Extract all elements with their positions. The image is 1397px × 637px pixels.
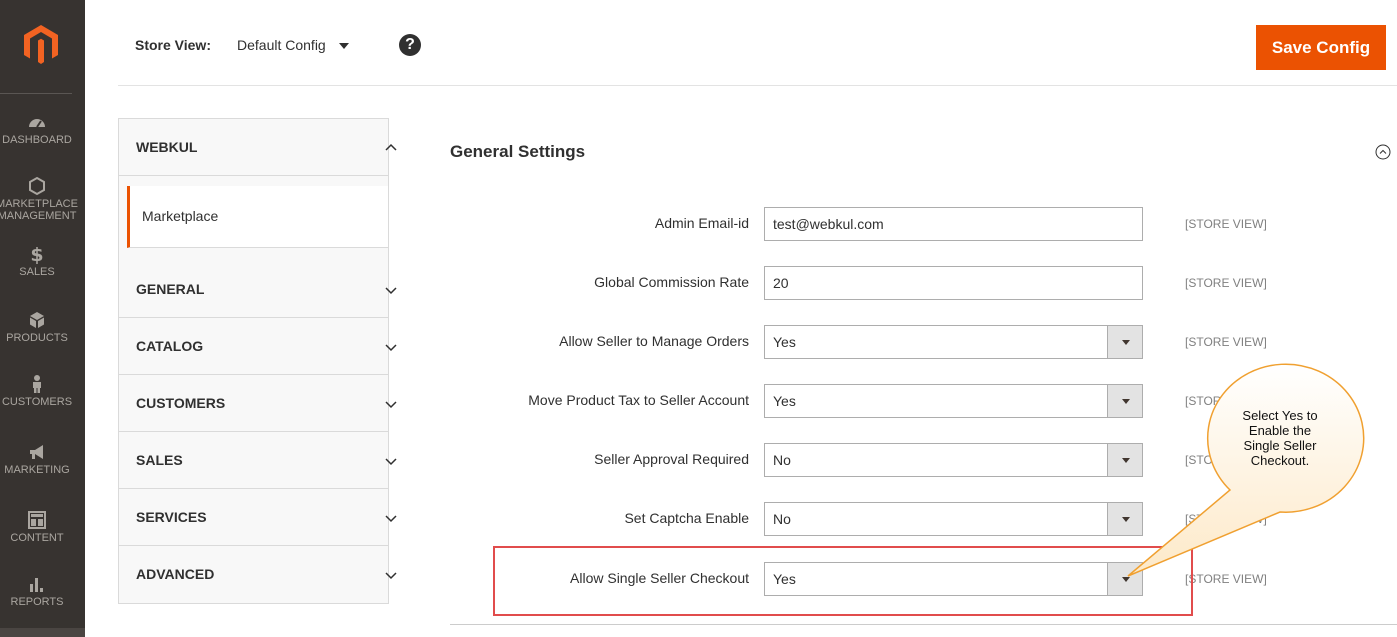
store-view-switcher[interactable]: Default Config: [237, 37, 326, 53]
select-value: Yes: [773, 334, 796, 350]
select-value: No: [773, 511, 791, 527]
nav-item-content[interactable]: CONTENT: [0, 510, 80, 544]
nav-item-reports[interactable]: REPORTS: [0, 574, 80, 608]
tab-sales[interactable]: SALES: [119, 432, 397, 489]
select-value: Yes: [773, 393, 796, 409]
nav-item-marketplace-management[interactable]: MARKETPLACE MANAGEMENT: [0, 176, 80, 222]
tab-label: SERVICES: [136, 509, 207, 525]
callout-line: Single Seller: [1243, 438, 1317, 453]
tab-label: WEBKUL: [136, 139, 198, 155]
scope-label: [STORE VIEW]: [1185, 217, 1267, 231]
config-tabs: WEBKUL Marketplace GENERAL CATALOG CUSTO…: [118, 118, 397, 604]
field-row-set-captcha-enable: Set Captcha Enable No [STORE VIEW]: [450, 502, 1397, 536]
tab-label: CATALOG: [136, 338, 204, 354]
chevron-down-icon: [385, 572, 397, 580]
callout-line: Checkout.: [1250, 453, 1310, 468]
select-arrow-icon[interactable]: [1107, 385, 1142, 417]
section-title-general-settings[interactable]: General Settings: [450, 142, 585, 162]
chevron-down-icon: [385, 344, 397, 352]
chevron-up-icon: [385, 143, 397, 151]
person-icon: [27, 374, 47, 394]
admin-sidebar: DASHBOARD MARKETPLACE MANAGEMENT $ SALES…: [0, 0, 85, 637]
callout-line: Select Yes to: [1242, 408, 1318, 423]
section-divider: [450, 624, 1397, 625]
field-label: Allow Seller to Manage Orders: [559, 333, 749, 349]
scope-label: [STORE VIEW]: [1185, 512, 1267, 526]
dashboard-gauge-icon: [27, 112, 47, 132]
nav-label: MARKETING: [4, 464, 70, 476]
allow-seller-manage-orders-select[interactable]: Yes: [764, 325, 1143, 359]
admin-email-input[interactable]: test@webkul.com: [764, 207, 1143, 241]
field-row-allow-seller-manage-orders: Allow Seller to Manage Orders Yes [STORE…: [450, 325, 1397, 359]
nav-label: REPORTS: [10, 596, 64, 608]
caret-down-icon[interactable]: [339, 43, 349, 49]
tab-general[interactable]: GENERAL: [119, 261, 397, 318]
scope-label: [STORE VIEW]: [1185, 335, 1267, 349]
nav-label: MARKETPLACE: [0, 198, 78, 210]
nav-label: CUSTOMERS: [1, 396, 73, 408]
bar-chart-icon: [27, 574, 47, 594]
field-label: Move Product Tax to Seller Account: [528, 392, 749, 408]
select-arrow-icon[interactable]: [1107, 503, 1142, 535]
scope-label: [STORE VIEW]: [1185, 394, 1267, 408]
svg-text:$: $: [30, 244, 43, 264]
save-config-button[interactable]: Save Config: [1256, 25, 1386, 70]
tab-label: GENERAL: [136, 281, 205, 297]
callout-line: Enable the: [1248, 423, 1312, 438]
tab-advanced[interactable]: ADVANCED: [119, 546, 397, 603]
magento-logo-icon[interactable]: [19, 22, 63, 66]
tab-item-label: Marketplace: [142, 208, 219, 224]
chevron-down-icon: [385, 401, 397, 409]
select-value: No: [773, 452, 791, 468]
page-actions-bar: Store View: Default Config ? Save Config: [118, 0, 1397, 86]
select-arrow-icon[interactable]: [1107, 326, 1142, 358]
tab-catalog[interactable]: CATALOG: [119, 318, 397, 375]
nav-item-sales[interactable]: $ SALES: [0, 244, 80, 278]
nav-bottom-strip: [0, 628, 85, 637]
nav-label: PRODUCTS: [6, 332, 68, 344]
field-label: Set Captcha Enable: [624, 510, 749, 526]
store-view-label: Store View:: [135, 37, 211, 53]
tab-services[interactable]: SERVICES: [119, 489, 397, 546]
scope-label: [STORE VIEW]: [1185, 572, 1267, 586]
nav-label-second-line: MANAGEMENT: [0, 210, 77, 222]
nav-label: CONTENT: [10, 532, 64, 544]
dollar-icon: $: [27, 244, 47, 264]
nav-item-customers[interactable]: CUSTOMERS: [0, 374, 80, 408]
tab-webkul[interactable]: WEBKUL: [119, 119, 397, 176]
field-row-admin-email: Admin Email-id test@webkul.com [STORE VI…: [450, 207, 1397, 241]
tab-label: CUSTOMERS: [136, 395, 226, 411]
callout-text: Select Yes to Enable the Single Seller C…: [1220, 408, 1340, 468]
chevron-down-icon: [385, 287, 397, 295]
seller-approval-required-select[interactable]: No: [764, 443, 1143, 477]
field-label: Admin Email-id: [654, 215, 749, 231]
hexagon-icon: [27, 176, 47, 196]
field-row-global-commission-rate: Global Commission Rate 20 [STORE VIEW]: [450, 266, 1397, 300]
layout-icon: [27, 510, 47, 530]
nav-item-products[interactable]: PRODUCTS: [0, 310, 80, 344]
collapse-circle-icon[interactable]: [1375, 144, 1391, 160]
nav-item-marketing[interactable]: MARKETING: [0, 442, 80, 476]
chevron-down-icon: [385, 515, 397, 523]
scope-label: [STORE VIEW]: [1185, 276, 1267, 290]
global-commission-rate-input[interactable]: 20: [764, 266, 1143, 300]
tab-item-marketplace[interactable]: Marketplace: [127, 186, 388, 248]
set-captcha-enable-select[interactable]: No: [764, 502, 1143, 536]
chevron-down-icon: [385, 458, 397, 466]
nav-label: SALES: [19, 266, 55, 278]
select-arrow-icon[interactable]: [1107, 444, 1142, 476]
nav-divider: [0, 93, 72, 94]
field-label: Global Commission Rate: [594, 274, 749, 290]
tab-label: SALES: [136, 452, 183, 468]
nav-label: DASHBOARD: [2, 134, 72, 146]
field-label: Seller Approval Required: [594, 451, 749, 467]
nav-item-dashboard[interactable]: DASHBOARD: [0, 112, 80, 146]
megaphone-icon: [27, 442, 47, 462]
cube-icon: [27, 310, 47, 330]
tab-label: ADVANCED: [136, 566, 215, 582]
move-product-tax-select[interactable]: Yes: [764, 384, 1143, 418]
highlight-rectangle: [493, 546, 1193, 616]
tab-customers[interactable]: CUSTOMERS: [119, 375, 397, 432]
help-icon[interactable]: ?: [399, 34, 421, 56]
